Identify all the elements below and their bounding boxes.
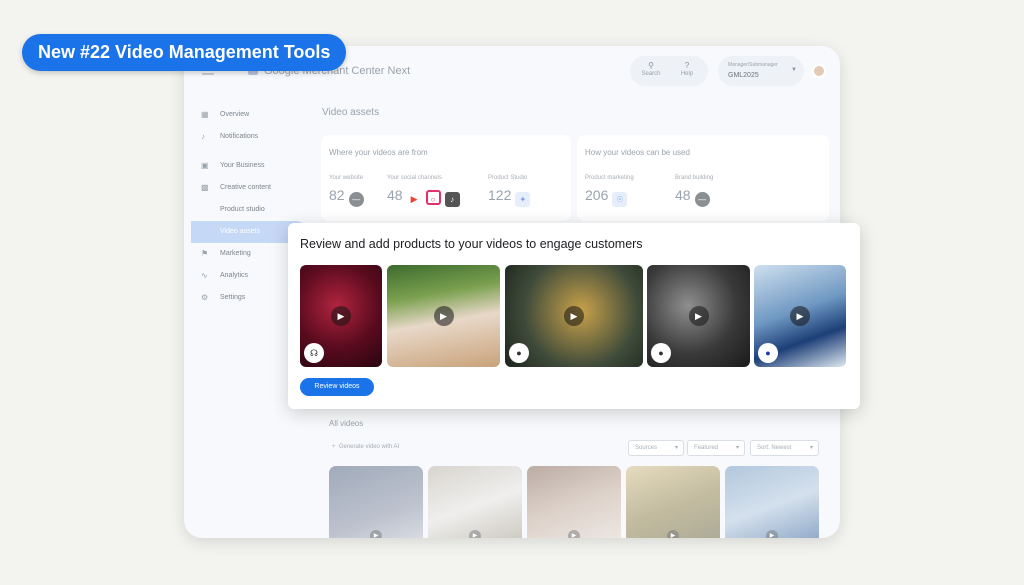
card-title: How your videos can be used <box>585 148 690 157</box>
sidebar-item-label: Overview <box>220 111 250 118</box>
instagram-icon: ○ <box>425 190 441 205</box>
page-title: Video assets <box>322 107 380 118</box>
avatar[interactable] <box>812 64 826 78</box>
sidebar-item-label: Marketing <box>220 250 251 257</box>
sidebar-item-label: Video assets <box>220 228 260 235</box>
sidebar-item-label: Your Business <box>220 162 265 169</box>
sidebar-item-creative-content[interactable]: ▩ Creative content <box>184 177 314 199</box>
help-button[interactable]: ? Help <box>670 61 704 77</box>
tools-group: ⚲ Search ? Help <box>630 56 708 86</box>
sidebar-item-label: Notifications <box>220 133 259 140</box>
play-icon: ▶ <box>688 306 709 326</box>
stat-label: Product Studio <box>488 175 528 181</box>
sidebar-item-notifications[interactable]: ♪ Notifications <box>184 126 314 148</box>
play-icon: ▶ <box>568 530 580 538</box>
filter-featured[interactable]: Featured <box>687 440 745 456</box>
grid-icon: ▦ <box>201 110 209 119</box>
play-icon: ▶ <box>564 306 584 326</box>
video-card[interactable]: ▶ <box>387 265 500 367</box>
earbuds-icon: ● <box>758 343 778 363</box>
play-icon: ▶ <box>331 306 351 326</box>
play-icon: ▶ <box>766 530 778 538</box>
stat-social-channels[interactable]: Your social channels 48 ▶ ○ ♪ <box>387 175 460 207</box>
stat-label: Your website <box>329 175 364 181</box>
video-card[interactable]: ▶ ☊ <box>300 265 382 367</box>
help-icon: ? <box>684 61 690 70</box>
all-videos-title: All videos <box>329 419 364 428</box>
store-icon: ▣ <box>201 161 209 170</box>
earbuds-icon: ● <box>651 343 671 363</box>
tag-icon: ☉ <box>612 192 628 207</box>
feature-badge: New #22 Video Management Tools <box>22 34 347 71</box>
video-card[interactable]: ▶ ● <box>647 265 750 367</box>
sidebar-item-overview[interactable]: ▦ Overview <box>184 104 314 126</box>
sidebar-item-product-studio[interactable]: Product studio <box>184 199 314 221</box>
sparkle-icon: ✦ <box>515 192 531 207</box>
earbuds-icon: ● <box>509 343 529 363</box>
video-sources-card: Where your videos are from Your website … <box>321 135 571 221</box>
stat-label: Brand building <box>675 175 714 181</box>
trend-icon: ∿ <box>201 271 208 280</box>
sidebar-item-your-business[interactable]: ▣ Your Business <box>184 155 314 177</box>
stat-product-studio[interactable]: Product Studio 122 ✦ <box>488 175 531 207</box>
play-icon: ▶ <box>790 306 810 326</box>
account-switcher[interactable]: Manager/Submanager GML2025 ▼ <box>718 56 804 86</box>
search-label: Search <box>641 71 661 77</box>
dialog-title: Review and add products to your videos t… <box>300 237 643 251</box>
chevron-down-icon: ▼ <box>791 67 797 73</box>
filter-sources[interactable]: Sources <box>628 440 684 456</box>
sidebar-item-label: Settings <box>220 294 246 301</box>
video-card[interactable]: ▶ ● <box>754 265 846 367</box>
video-usage-card: How your videos can be used Product mark… <box>577 135 829 221</box>
stat-product-marketing[interactable]: Product marketing 206 ☉ <box>585 175 634 207</box>
account-role: Manager/Submanager <box>728 62 778 68</box>
stat-label: Your social channels <box>387 175 442 181</box>
sidebar-item-label: Product studio <box>220 206 265 213</box>
video-thumbnail[interactable]: ▶ <box>725 466 819 538</box>
stat-brand-building[interactable]: Brand building 48— <box>675 175 713 207</box>
stat-label: Product marketing <box>585 175 634 181</box>
video-card[interactable]: ▶ ● <box>505 265 643 367</box>
sidebar-item-label: Analytics <box>220 272 249 279</box>
headphones-icon: ☊ <box>304 343 324 363</box>
video-thumbnail[interactable]: ▶ <box>329 466 423 538</box>
video-thumbnail[interactable]: ▶ <box>428 466 522 538</box>
review-videos-button[interactable]: Review videos <box>300 378 374 396</box>
card-title: Where your videos are from <box>329 148 428 157</box>
play-icon: ▶ <box>433 306 454 326</box>
bell-icon: ♪ <box>201 132 205 141</box>
website-icon: — <box>348 192 364 207</box>
play-icon: ▶ <box>469 530 481 538</box>
play-icon: ▶ <box>667 530 679 538</box>
review-videos-dialog: Review and add products to your videos t… <box>288 223 860 409</box>
stat-your-website[interactable]: Your website 82— <box>329 175 364 207</box>
tiktok-icon: ♪ <box>444 192 460 207</box>
filter-sort[interactable]: Sort: Newest <box>750 440 819 456</box>
generate-video-button[interactable]: + Generate video with AI <box>332 444 399 450</box>
video-thumbnail[interactable]: ▶ <box>527 466 621 538</box>
youtube-icon: ▶ <box>406 192 422 207</box>
plus-icon: + <box>332 444 338 450</box>
stat-value: 122 <box>488 187 512 203</box>
help-label: Help <box>680 71 694 77</box>
stat-value: 82 <box>329 187 345 203</box>
search-button[interactable]: ⚲ Search <box>634 61 668 77</box>
gear-icon: ⚙ <box>201 293 209 302</box>
stat-value: 206 <box>585 187 609 203</box>
search-icon: ⚲ <box>648 61 654 70</box>
video-thumbnail[interactable]: ▶ <box>626 466 720 538</box>
megaphone-icon: ⚑ <box>201 249 209 258</box>
stat-value: 48 <box>387 187 403 203</box>
generate-video-label: Generate video with AI <box>338 444 400 450</box>
image-icon: ▩ <box>201 183 209 192</box>
play-icon: ▶ <box>370 530 382 538</box>
account-name: GML2025 <box>728 72 759 79</box>
stat-value: 48 <box>675 187 691 203</box>
brand-icon: — <box>694 192 710 207</box>
sidebar-item-label: Creative content <box>220 184 271 191</box>
